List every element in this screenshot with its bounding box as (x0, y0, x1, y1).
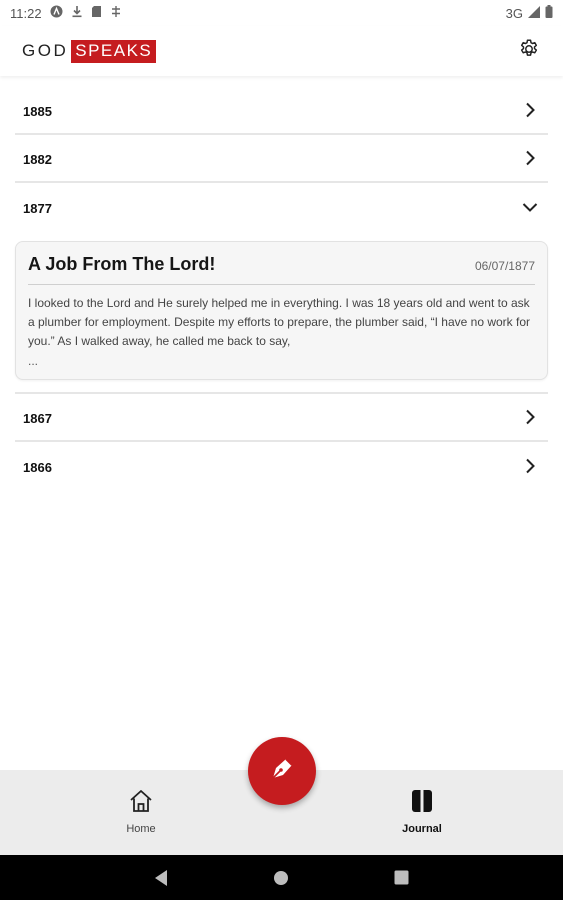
year-label: 1877 (23, 201, 52, 216)
chevron-right-icon (520, 407, 540, 427)
journal-year-list: 1885 1882 1877 A Job From The Lord! 06/0… (15, 87, 548, 490)
a-icon (50, 5, 63, 21)
new-entry-fab[interactable] (248, 737, 316, 805)
logo-god-text: GOD (22, 41, 69, 60)
home-icon (128, 788, 154, 819)
status-time: 11:22 (10, 5, 42, 21)
entry-excerpt: I looked to the Lord and He surely helpe… (28, 296, 531, 348)
home-circle-icon[interactable] (273, 870, 289, 891)
journal-icon (409, 788, 435, 819)
year-row-1885[interactable]: 1885 (15, 87, 548, 135)
status-bar: 11:22 3G (0, 0, 563, 26)
settings-button[interactable] (517, 39, 541, 63)
sd-card-icon (91, 5, 102, 21)
year-row-1882[interactable]: 1882 (15, 135, 548, 183)
download-icon (71, 5, 83, 21)
entry-header: A Job From The Lord! 06/07/1877 (28, 254, 535, 285)
back-icon[interactable] (153, 869, 169, 892)
year-label: 1882 (23, 152, 52, 167)
chevron-down-icon (520, 197, 540, 217)
pen-nib-icon (267, 754, 297, 789)
nav-journal-tab[interactable]: Journal (372, 788, 472, 835)
nav-home-tab[interactable]: Home (91, 788, 191, 835)
recents-icon[interactable] (394, 870, 409, 890)
nav-home-label: Home (126, 823, 156, 835)
year-row-1866[interactable]: 1866 (15, 442, 548, 490)
logo-speaks-text: SPEAKS (71, 39, 157, 63)
gear-icon (518, 38, 540, 65)
year-row-1877[interactable]: 1877 (15, 183, 548, 231)
sync-icon (110, 5, 122, 21)
network-type: 3G (505, 5, 523, 21)
app-bar: GOD SPEAKS (0, 26, 563, 76)
year-label: 1867 (23, 411, 52, 426)
entry-title: A Job From The Lord! (28, 254, 216, 274)
year-label: 1885 (23, 104, 52, 119)
system-navigation-bar (0, 855, 563, 900)
entry-ellipsis: ... (28, 354, 39, 368)
signal-icon (528, 5, 540, 21)
app-logo: GOD SPEAKS (22, 39, 157, 63)
year-1877-entries: A Job From The Lord! 06/07/1877 I looked… (15, 231, 548, 394)
journal-entry-card[interactable]: A Job From The Lord! 06/07/1877 I looked… (15, 241, 548, 380)
nav-journal-label: Journal (402, 823, 442, 835)
year-label: 1866 (23, 460, 52, 475)
entry-date: 06/07/1877 (474, 259, 535, 273)
chevron-right-icon (520, 148, 540, 168)
battery-icon (545, 5, 553, 21)
chevron-right-icon (520, 456, 540, 476)
chevron-right-icon (520, 100, 540, 120)
year-row-1867[interactable]: 1867 (15, 394, 548, 442)
